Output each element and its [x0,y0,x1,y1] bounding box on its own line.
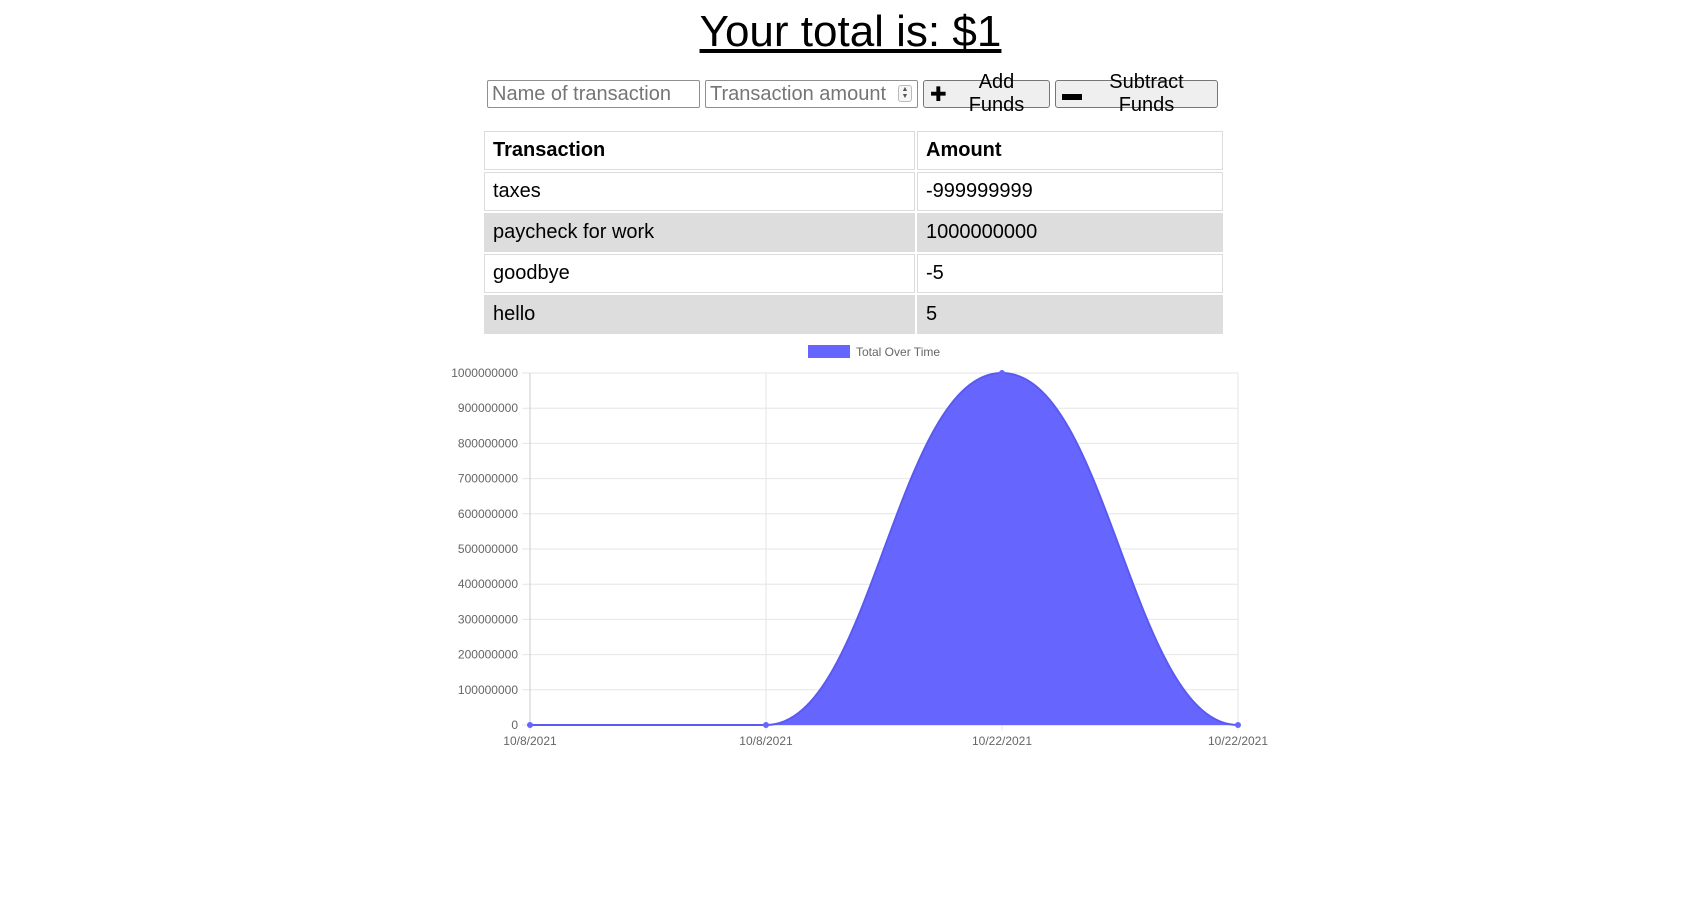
data-point [527,722,533,728]
legend-swatch [808,345,850,358]
y-tick-label: 300000000 [458,612,518,626]
transactions-table: Transaction Amount taxes -999999999 payc… [482,129,1225,336]
plus-icon: ✚ [930,83,947,106]
x-tick-label: 10/22/2021 [972,734,1032,748]
y-tick-label: 1000000000 [451,366,518,380]
y-tick-label: 200000000 [458,648,518,662]
subtract-funds-label: Subtract Funds [1109,71,1184,116]
transaction-name-cell: paycheck for work [484,213,915,252]
y-tick-label: 700000000 [458,472,518,486]
transaction-name-input[interactable] [487,80,700,108]
data-point [1235,722,1241,728]
y-tick-label: 100000000 [458,683,518,697]
y-tick-label: 600000000 [458,507,518,521]
total-label: Your total is: $ [699,7,977,56]
page: Your total is: $1 ▲▼ ✚ Add Funds ▬ Subtrac… [0,0,1701,922]
table-row: paycheck for work 1000000000 [484,213,1223,252]
transaction-form: ▲▼ ✚ Add Funds ▬ Subtract Funds [487,71,1218,116]
transaction-name-cell: goodbye [484,254,915,293]
total-heading: Your total is: $1 [0,4,1701,60]
transaction-amount-cell: 5 [917,295,1223,334]
data-point [763,722,769,728]
transaction-name-cell: taxes [484,172,915,211]
add-funds-label: Add Funds [968,71,1025,116]
y-tick-label: 0 [511,718,518,732]
number-spinner-icon[interactable]: ▲ ▼ [898,85,912,102]
data-point [999,370,1005,376]
legend-label: Total Over Time [856,345,940,359]
transaction-amount-cell: 1000000000 [917,213,1223,252]
x-tick-label: 10/8/2021 [503,734,557,748]
transaction-amount-cell: -5 [917,254,1223,293]
total-value: 1 [976,7,1002,56]
y-tick-label: 500000000 [458,542,518,556]
transaction-name-cell: hello [484,295,915,334]
x-tick-label: 10/8/2021 [739,734,793,748]
table-row: taxes -999999999 [484,172,1223,211]
table-row: hello 5 [484,295,1223,334]
add-funds-button[interactable]: ✚ Add Funds [923,71,1050,116]
table-row: goodbye -5 [484,254,1223,293]
minus-icon: ▬ [1062,82,1082,105]
y-tick-label: 400000000 [458,577,518,591]
transaction-amount-wrapper: ▲▼ [705,80,918,108]
total-over-time-chart: 0 100000000 200000000 300000000 400000000 500… [451,345,1268,748]
y-tick-label: 800000000 [458,436,518,450]
table-header-row: Transaction Amount [484,131,1223,170]
x-tick-label: 10/22/2021 [1208,734,1268,748]
column-header-amount: Amount [917,131,1223,170]
transaction-amount-cell: -999999999 [917,172,1223,211]
subtract-funds-button[interactable]: ▬ Subtract Funds [1055,71,1218,116]
transaction-amount-input[interactable] [705,80,918,108]
y-tick-label: 900000000 [458,401,518,415]
column-header-transaction: Transaction [484,131,915,170]
